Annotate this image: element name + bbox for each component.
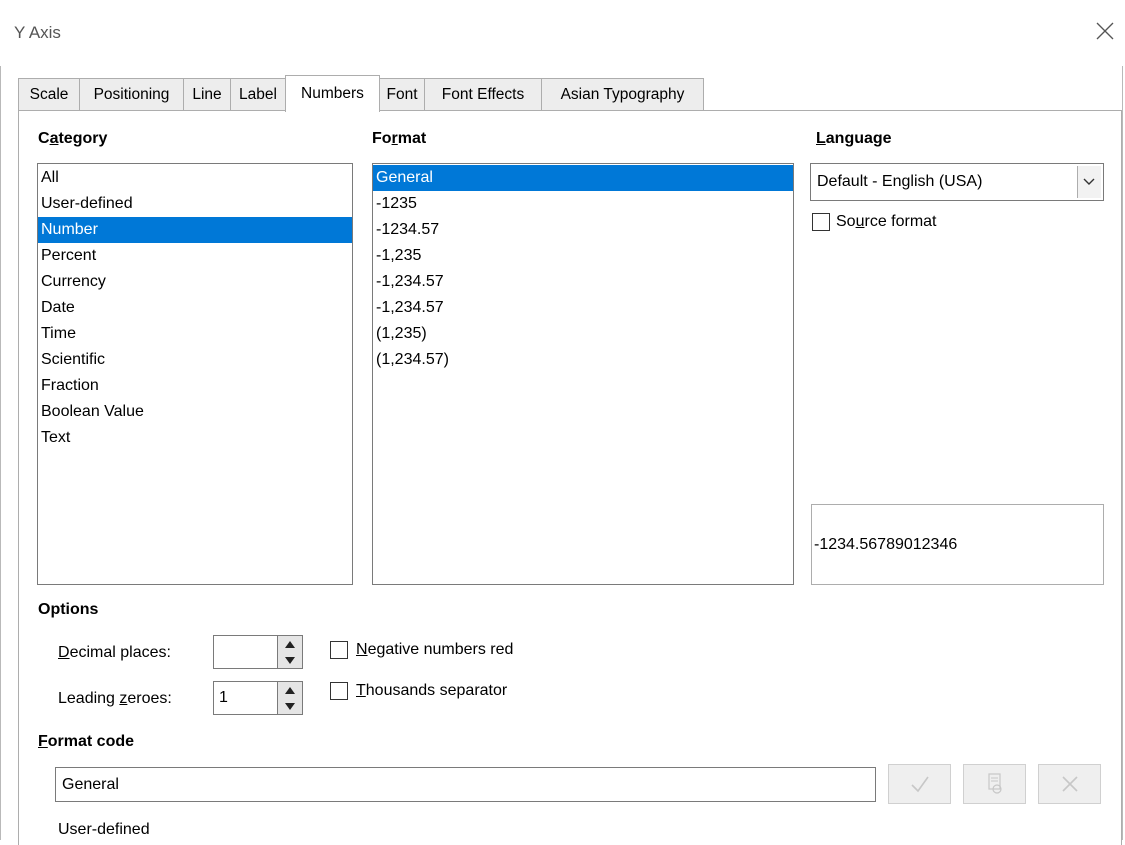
decimal-places-input[interactable] bbox=[213, 635, 278, 669]
dropdown-button[interactable] bbox=[1077, 166, 1101, 198]
format-list-item[interactable]: -1235 bbox=[373, 191, 793, 217]
tab-scale[interactable]: Scale bbox=[18, 78, 80, 111]
close-button[interactable] bbox=[1092, 18, 1118, 44]
format-code-label: Format code bbox=[38, 733, 135, 750]
decimal-places-label: Decimal places: bbox=[58, 644, 171, 661]
category-list-item[interactable]: User-defined bbox=[38, 191, 352, 217]
remove-format-button[interactable] bbox=[1038, 764, 1101, 804]
edit-comment-button[interactable] bbox=[963, 764, 1026, 804]
tab-font-effects[interactable]: Font Effects bbox=[424, 78, 542, 111]
format-label: Format bbox=[372, 130, 427, 147]
format-listbox[interactable]: General -1235 -1234.57 -1,235 -1,234.57 -1,23… bbox=[372, 163, 794, 585]
spin-up-button[interactable] bbox=[278, 682, 302, 698]
decimal-places-spinner[interactable] bbox=[277, 635, 303, 669]
format-list-item[interactable]: (1,234.57) bbox=[373, 347, 793, 373]
category-label: Category bbox=[38, 130, 108, 147]
language-dropdown[interactable]: Default - English (USA) bbox=[810, 163, 1104, 201]
arrow-up-icon bbox=[285, 686, 295, 694]
format-list-item[interactable]: -1234.57 bbox=[373, 217, 793, 243]
thousands-separator-checkbox[interactable] bbox=[330, 682, 348, 700]
negative-red-label: Negative numbers red bbox=[356, 641, 514, 658]
tab-font[interactable]: Font bbox=[379, 78, 425, 111]
thousands-separator-label: Thousands separator bbox=[356, 682, 508, 699]
format-list-item[interactable]: (1,235) bbox=[373, 321, 793, 347]
source-format-label: Source format bbox=[836, 213, 937, 230]
negative-red-checkbox-row[interactable]: Negative numbers red bbox=[330, 641, 513, 659]
category-list-item[interactable]: Number bbox=[38, 217, 352, 243]
arrow-down-icon bbox=[285, 656, 295, 664]
category-list-item[interactable]: All bbox=[38, 165, 352, 191]
tab-positioning[interactable]: Positioning bbox=[79, 78, 184, 111]
preview-box: -1234.56789012346 bbox=[811, 504, 1104, 585]
negative-red-checkbox[interactable] bbox=[330, 641, 348, 659]
category-list-item[interactable]: Scientific bbox=[38, 347, 352, 373]
arrow-down-icon bbox=[285, 702, 295, 710]
format-list-item[interactable]: -1,235 bbox=[373, 243, 793, 269]
format-code-input[interactable]: General bbox=[55, 767, 876, 802]
tab-label[interactable]: Label bbox=[230, 78, 286, 111]
thousands-separator-checkbox-row[interactable]: Thousands separator bbox=[330, 682, 507, 700]
language-label: Language bbox=[816, 130, 892, 147]
leading-zeroes-label: Leading zeroes: bbox=[58, 690, 172, 707]
dialog-title: Y Axis bbox=[14, 23, 61, 42]
add-format-button[interactable] bbox=[888, 764, 951, 804]
arrow-up-icon bbox=[285, 640, 295, 648]
check-icon bbox=[910, 776, 929, 793]
spin-down-button[interactable] bbox=[278, 652, 302, 668]
language-value: Default - English (USA) bbox=[817, 173, 983, 190]
delete-icon bbox=[1061, 776, 1078, 792]
format-list-item[interactable]: General bbox=[373, 165, 793, 191]
tab-line[interactable]: Line bbox=[183, 78, 231, 111]
comment-icon bbox=[987, 773, 1002, 794]
format-list-item[interactable]: -1,234.57 bbox=[373, 269, 793, 295]
category-list-item[interactable]: Date bbox=[38, 295, 352, 321]
spin-down-button[interactable] bbox=[278, 698, 302, 714]
category-list-item[interactable]: Fraction bbox=[38, 373, 352, 399]
leading-zeroes-spinner[interactable] bbox=[277, 681, 303, 715]
format-list-item[interactable]: -1,234.57 bbox=[373, 295, 793, 321]
category-list-item[interactable]: Text bbox=[38, 425, 352, 451]
spin-up-button[interactable] bbox=[278, 636, 302, 652]
leading-zeroes-input[interactable]: 1 bbox=[213, 681, 278, 715]
format-status-text: User-defined bbox=[58, 821, 150, 838]
category-listbox[interactable]: All User-defined Number Percent Currency Date… bbox=[37, 163, 353, 585]
category-list-item[interactable]: Currency bbox=[38, 269, 352, 295]
category-list-item[interactable]: Boolean Value bbox=[38, 399, 352, 425]
preview-value: -1234.56789012346 bbox=[814, 536, 958, 553]
tab-asian-typography[interactable]: Asian Typography bbox=[541, 78, 704, 111]
category-list-item[interactable]: Percent bbox=[38, 243, 352, 269]
chevron-down-icon bbox=[1083, 178, 1095, 185]
source-format-checkbox-row[interactable]: Source format bbox=[812, 213, 937, 231]
title-bar: Y Axis bbox=[0, 0, 1125, 66]
close-icon bbox=[1096, 22, 1114, 40]
options-label: Options bbox=[38, 601, 99, 618]
category-list-item[interactable]: Time bbox=[38, 321, 352, 347]
source-format-checkbox[interactable] bbox=[812, 213, 830, 231]
tab-numbers[interactable]: Numbers bbox=[285, 75, 380, 112]
